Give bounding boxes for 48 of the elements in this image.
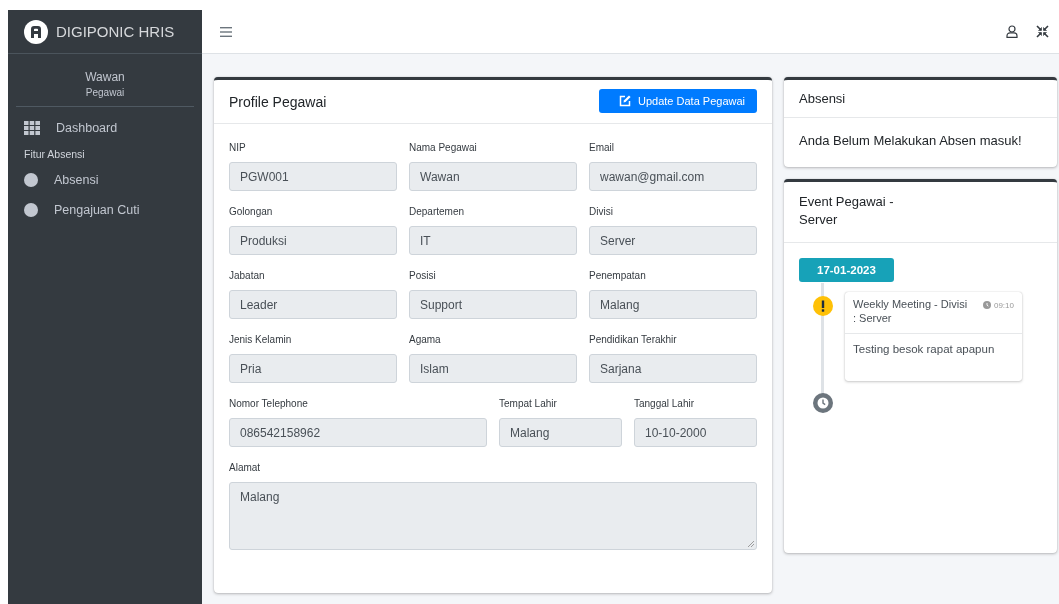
field-label: Pendidikan Terakhir: [589, 334, 678, 345]
input-field[interactable]: Wawan: [409, 162, 577, 191]
sidebar-item[interactable]: Absensi: [8, 165, 202, 195]
input-field[interactable]: Produksi: [229, 226, 397, 255]
input-field[interactable]: Malang: [499, 418, 622, 447]
sidebar-section-label: Fitur Absensi: [23, 147, 86, 162]
input-field[interactable]: IT: [409, 226, 577, 255]
input-field[interactable]: 10-10-2000: [634, 418, 757, 447]
event-description: Testing besok rapat apapun: [852, 341, 996, 357]
text-area[interactable]: Malang: [229, 482, 757, 550]
field-label: Tanggal Lahir: [634, 398, 696, 409]
card-title: Absensi: [784, 80, 1057, 118]
update-button[interactable]: Update Data Pegawai: [599, 88, 757, 113]
card-title: Profile Pegawai: [229, 93, 327, 110]
user-role: Pegawai: [84, 87, 126, 98]
field-label: Golongan: [229, 206, 274, 217]
field-label: Nomor Telephone: [229, 398, 309, 409]
input-field[interactable]: PGW001: [229, 162, 397, 191]
field-label: Alamat: [229, 462, 262, 473]
brand-title: DIGIPONIC HRIS: [56, 23, 175, 40]
sidebar-item[interactable]: Pengajuan Cuti: [8, 195, 202, 225]
event-title: Weekly Meeting - Divisi : Server: [853, 298, 969, 326]
card-title: Event Pegawai - Server: [784, 182, 1057, 244]
field-label: Departemen: [409, 206, 466, 217]
attendance-message: Anda Belum Melakukan Absen masuk!: [798, 132, 1023, 150]
field-label: Jenis Kelamin: [229, 334, 293, 345]
date-label: 17-01-2023: [799, 258, 894, 283]
field-label: Posisi: [409, 270, 437, 281]
field-label: Divisi: [589, 206, 614, 217]
field-label: Email: [589, 142, 615, 153]
user-name[interactable]: Wawan: [16, 70, 194, 84]
input-field[interactable]: wawan@gmail.com: [589, 162, 757, 191]
input-field[interactable]: Malang: [589, 290, 757, 319]
input-field[interactable]: Pria: [229, 354, 397, 383]
field-label: Nama Pegawai: [409, 142, 478, 153]
event-time: 09:10: [993, 300, 1014, 310]
input-field[interactable]: Islam: [409, 354, 577, 383]
input-field[interactable]: Leader: [229, 290, 397, 319]
field-label: Tempat Lahir: [499, 398, 558, 409]
sidebar-item[interactable]: Dashboard: [8, 113, 202, 143]
field-label: Penempatan: [589, 270, 647, 281]
field-label: NIP: [229, 142, 247, 153]
field-label: Jabatan: [229, 270, 266, 281]
input-field[interactable]: Server: [589, 226, 757, 255]
input-field[interactable]: Sarjana: [589, 354, 757, 383]
input-field[interactable]: 086542158962: [229, 418, 487, 447]
field-label: Agama: [409, 334, 442, 345]
input-field[interactable]: Support: [409, 290, 577, 319]
